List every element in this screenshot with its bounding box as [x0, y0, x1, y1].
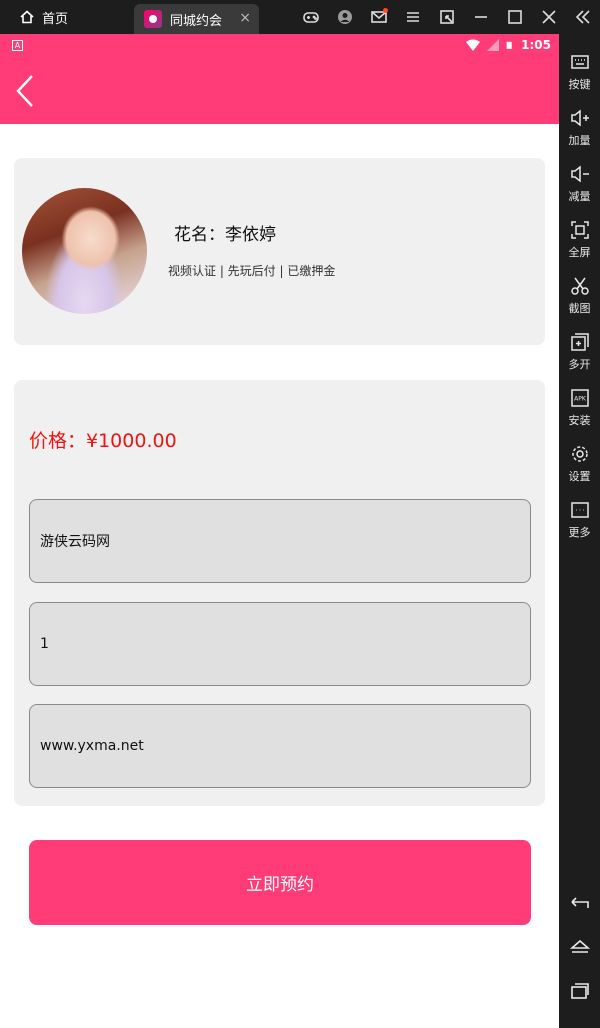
- back-button[interactable]: [14, 74, 38, 108]
- app-tab-label: 同城约会: [170, 13, 223, 29]
- mail-icon[interactable]: [362, 0, 396, 34]
- device-screen: A 1:05 花名：李依婷 视频认证 | 先玩后付 | 已缴押金 价格：¥100…: [0, 34, 559, 1028]
- status-bar: A 1:05: [0, 34, 559, 56]
- wifi-icon: [466, 39, 481, 51]
- svg-text:APK: APK: [574, 396, 587, 403]
- nav-recents-button[interactable]: [559, 982, 600, 1000]
- avatar: [22, 188, 147, 314]
- volume-down-icon: [570, 165, 589, 183]
- close-tab-button[interactable]: ×: [239, 10, 251, 26]
- flower-name: 花名：李依婷: [174, 225, 276, 245]
- screenshot-label: 截图: [568, 302, 591, 315]
- no-signal-icon: [487, 39, 500, 51]
- app-tab[interactable]: 同城约会 ×: [134, 4, 259, 34]
- more-icon: [570, 502, 589, 518]
- price-label: 价格：¥1000.00: [29, 430, 177, 452]
- profile-card: 花名：李依婷 视频认证 | 先玩后付 | 已缴押金: [14, 158, 545, 345]
- clock: 1:05: [521, 38, 551, 52]
- notification-icon: A: [12, 39, 23, 51]
- menu-icon[interactable]: [396, 0, 430, 34]
- install-apk-button[interactable]: APK 安装: [559, 388, 600, 428]
- fullscreen-button[interactable]: 全屏: [559, 220, 600, 260]
- apk-icon: APK: [570, 389, 589, 407]
- home-tab[interactable]: 首页: [0, 0, 132, 34]
- app-bar: [0, 56, 559, 124]
- nav-home-button[interactable]: [559, 938, 600, 956]
- quantity-field[interactable]: 1: [29, 602, 531, 686]
- back-icon: [570, 897, 589, 908]
- app-logo-icon: [144, 10, 162, 28]
- gamepad-icon[interactable]: [294, 0, 328, 34]
- install-label: 安装: [568, 414, 591, 427]
- minimize-icon[interactable]: [464, 0, 498, 34]
- fullscreen-icon: [570, 221, 589, 239]
- nav-back-button[interactable]: [559, 894, 600, 912]
- scissors-icon: [570, 277, 589, 295]
- volume-up-button[interactable]: 加量: [559, 108, 600, 148]
- keyboard-icon: [570, 55, 589, 69]
- close-icon[interactable]: [532, 0, 566, 34]
- more-button[interactable]: 更多: [559, 500, 600, 540]
- battery-icon: [506, 41, 512, 49]
- emulator-titlebar: 首页 同城约会 ×: [0, 0, 600, 34]
- website-field[interactable]: www.yxma.net: [29, 704, 531, 788]
- screenshot-button[interactable]: 截图: [559, 276, 600, 316]
- more-label: 更多: [568, 526, 591, 539]
- booking-form: 价格：¥1000.00 游侠云码网 1 www.yxma.net: [14, 380, 545, 806]
- window-shrink-icon[interactable]: [430, 0, 464, 34]
- volume-down-label: 减量: [568, 190, 591, 203]
- collapse-sidebar-icon[interactable]: [566, 0, 600, 34]
- multi-open-button[interactable]: 多开: [559, 332, 600, 372]
- recents-icon: [570, 983, 589, 999]
- multi-open-label: 多开: [568, 358, 591, 371]
- maximize-icon[interactable]: [498, 0, 532, 34]
- volume-down-button[interactable]: 减量: [559, 164, 600, 204]
- home-icon: [569, 939, 590, 953]
- book-now-button[interactable]: 立即预约: [29, 840, 531, 925]
- chevron-left-icon: [16, 75, 33, 107]
- multi-open-icon: [570, 333, 589, 351]
- fullscreen-label: 全屏: [568, 246, 591, 259]
- settings-button[interactable]: 设置: [559, 444, 600, 484]
- settings-label: 设置: [568, 470, 591, 483]
- home-tab-label: 首页: [42, 11, 69, 27]
- keyboard-label: 按键: [568, 78, 591, 91]
- gear-icon: [571, 446, 588, 462]
- home-icon: [20, 10, 34, 24]
- emulator-sidebar: 按键 加量 减量 全屏 截图 多开 APK 安装 设置 更多: [559, 34, 600, 1028]
- verification-tags: 视频认证 | 先玩后付 | 已缴押金: [168, 264, 336, 278]
- volume-up-icon: [570, 109, 589, 127]
- keyboard-button[interactable]: 按键: [559, 52, 600, 92]
- name-field[interactable]: 游侠云码网: [29, 499, 531, 583]
- volume-up-label: 加量: [568, 134, 591, 147]
- account-icon[interactable]: [328, 0, 362, 34]
- notification-dot: [383, 8, 388, 13]
